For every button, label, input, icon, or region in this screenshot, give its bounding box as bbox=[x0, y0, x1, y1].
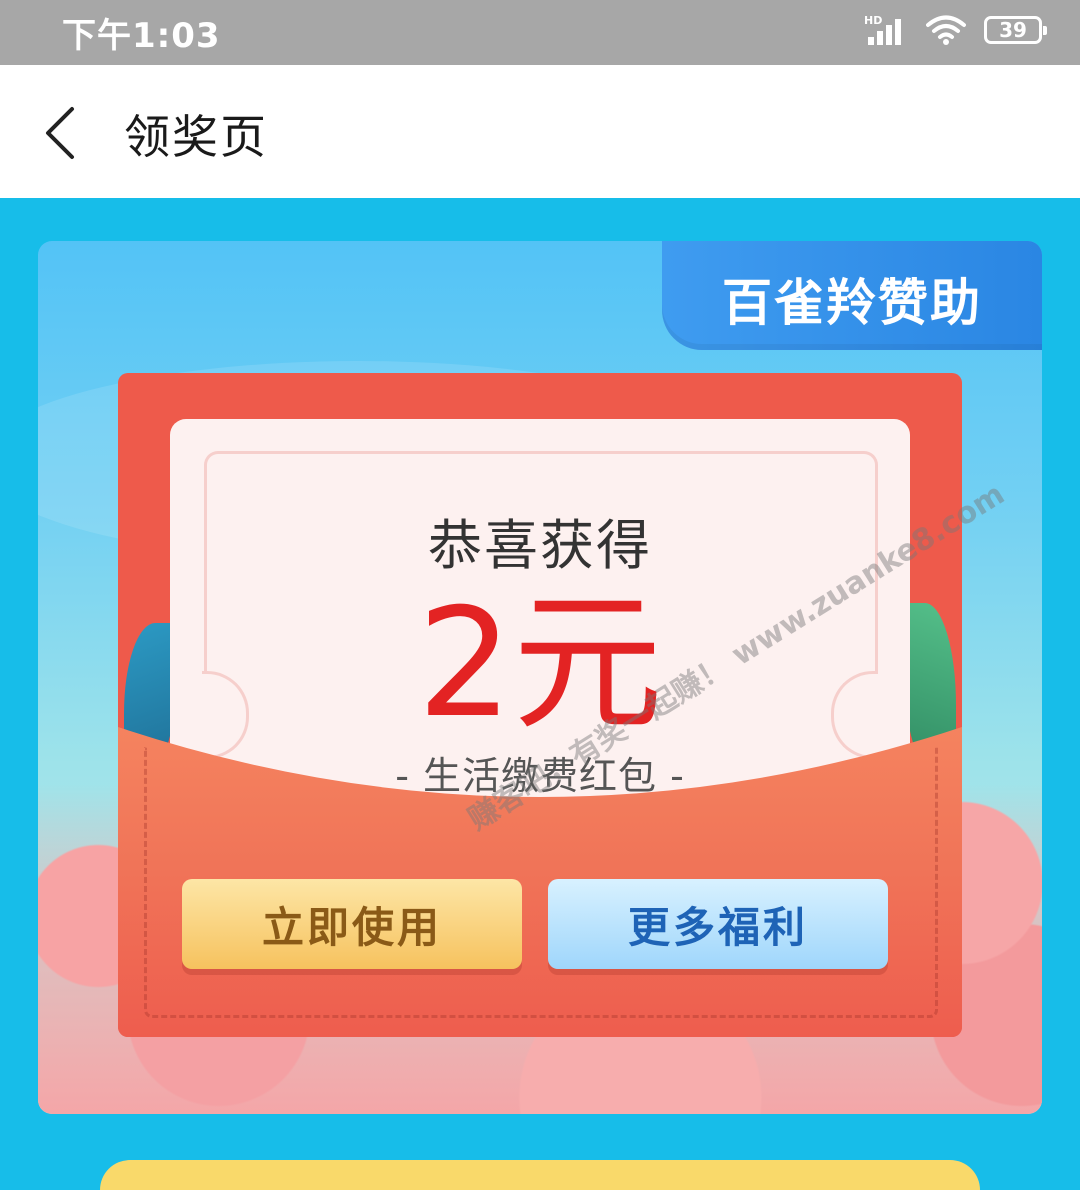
status-bar: 下午1:03 HD 39 bbox=[0, 0, 1080, 65]
red-envelope: 恭喜获得 2元 - 生活缴费红包 - 立即使用 更多福利 bbox=[118, 373, 962, 1037]
coupon-card: 恭喜获得 2元 bbox=[170, 419, 910, 814]
network-type-label: HD bbox=[864, 14, 882, 27]
reward-card: 百雀羚赞助 恭喜获得 2元 - 生活缴费红包 - 立即使用 更多福利 赚客吧，有… bbox=[38, 241, 1042, 1114]
prize-amount: 2元 bbox=[417, 577, 663, 751]
status-icons: HD 39 bbox=[864, 10, 1047, 50]
chevron-left-icon bbox=[46, 107, 74, 159]
prize-type-label: - 生活缴费红包 - bbox=[395, 754, 685, 798]
back-button[interactable] bbox=[36, 103, 88, 163]
signal-icon: HD bbox=[864, 14, 901, 45]
sponsor-badge: 百雀羚赞助 bbox=[662, 241, 1042, 350]
battery-icon: 39 bbox=[984, 16, 1047, 44]
next-card-peek bbox=[100, 1160, 980, 1190]
page-title: 领奖页 bbox=[124, 110, 268, 164]
use-now-button[interactable]: 立即使用 bbox=[182, 879, 522, 969]
status-time: 下午1:03 bbox=[62, 16, 221, 56]
app-header: 领奖页 bbox=[0, 65, 1080, 198]
congrats-text: 恭喜获得 bbox=[428, 514, 652, 577]
battery-level: 39 bbox=[999, 18, 1027, 42]
wifi-icon bbox=[926, 15, 966, 45]
more-benefits-button[interactable]: 更多福利 bbox=[548, 879, 888, 969]
sponsor-label: 百雀羚赞助 bbox=[722, 274, 982, 332]
